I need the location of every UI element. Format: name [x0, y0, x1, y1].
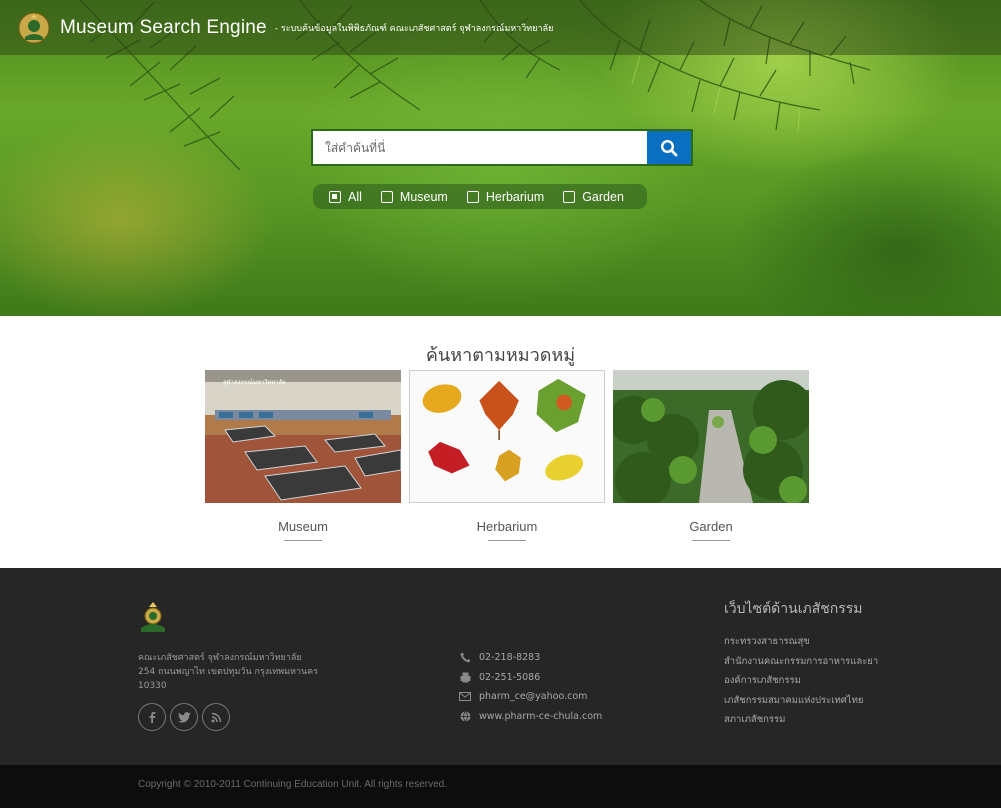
garden-image[interactable] [609, 370, 813, 508]
site-title[interactable]: Museum Search Engine [60, 17, 267, 39]
filter-all[interactable]: All [329, 190, 362, 204]
copyright-text: Copyright © 2010-2011 Continuing Educati… [138, 779, 448, 790]
pharmacy-link[interactable]: เภสัชกรรมสมาคมแห่งประเทศไทย [724, 693, 878, 713]
globe-icon [460, 710, 470, 722]
filter-herbarium[interactable]: Herbarium [466, 189, 545, 204]
contact-fax: 02-251-5086 [459, 668, 602, 688]
rss-button[interactable] [202, 703, 230, 731]
search-box [311, 129, 693, 166]
search-input[interactable] [313, 131, 647, 164]
category-label[interactable]: Herbarium [409, 519, 605, 534]
fax-icon [460, 672, 470, 683]
address-line: 254 ถนนพญาไท เขตปทุมวัน กรุงเทพมหานคร [138, 667, 319, 677]
contact-list: 02-218-8283 02-251-5086 pharm_ce@yahoo.c… [459, 648, 602, 726]
links-title: เว็บไซต์ด้านเภสัชกรรม [724, 601, 863, 617]
checkbox-all[interactable] [329, 190, 341, 203]
contact-phone: 02-218-8283 [459, 648, 602, 668]
label-underline [284, 540, 322, 541]
contact-email[interactable]: pharm_ce@yahoo.com [459, 687, 602, 707]
site-tagline: - ระบบค้นข้อมูลในพิพิธภัณฑ์ คณะเภสัชศาสต… [274, 23, 554, 34]
twitter-icon [177, 712, 190, 723]
category-label[interactable]: Museum [205, 519, 401, 534]
filter-garden[interactable]: Garden [563, 190, 624, 204]
category-section: ค้นหาตามหมวดหมู่ จุฬาลงกรณ์มหาวิทยาลัย M… [0, 316, 1001, 568]
phone-icon [460, 652, 470, 663]
search-icon [660, 139, 678, 156]
search-button[interactable] [647, 131, 691, 164]
address-line: 10330 [138, 681, 167, 691]
category-card-garden[interactable]: Garden [609, 370, 813, 541]
contact-text: 02-218-8283 [479, 652, 541, 664]
contact-text[interactable]: www.pharm-ce-chula.com [479, 711, 602, 722]
pharmacy-link[interactable]: สภาเภสัชกรรม [724, 712, 878, 732]
museum-image[interactable]: จุฬาลงกรณ์มหาวิทยาลัย [205, 370, 402, 503]
pharmacy-link[interactable]: สำนักงานคณะกรรมการอาหารและยา [724, 654, 878, 674]
filter-museum[interactable]: Museum [380, 189, 448, 204]
herbarium-image[interactable] [409, 370, 605, 503]
mail-icon [459, 692, 471, 702]
checkbox-museum[interactable] [380, 190, 393, 203]
faculty-logo[interactable] [17, 11, 51, 45]
filter-label: Garden [582, 189, 624, 204]
checkbox-herbarium[interactable] [466, 190, 479, 203]
svg-text:จุฬาลงกรณ์มหาวิทยาลัย: จุฬาลงกรณ์มหาวิทยาลัย [223, 378, 286, 386]
category-title: ค้นหาตามหมวดหมู่ [425, 345, 576, 366]
pharmacy-links: กระทรวงสาธารณสุข สำนักงานคณะกรรมการอาหาร… [724, 634, 878, 732]
checkbox-garden[interactable] [563, 190, 576, 203]
hero-banner: Museum Search Engine - ระบบค้นข้อมูลในพิ… [0, 0, 1001, 316]
filter-label: Herbarium [485, 189, 545, 204]
label-underline [692, 540, 730, 541]
facebook-icon [149, 712, 156, 723]
contact-website[interactable]: www.pharm-ce-chula.com [459, 707, 602, 727]
footer: คณะเภสัชศาสตร์ จุฬาลงกรณ์มหาวิทยาลัย 254… [0, 568, 1001, 765]
label-underline [488, 540, 526, 541]
category-label[interactable]: Garden [613, 519, 809, 534]
top-bar: Museum Search Engine - ระบบค้นข้อมูลในพิ… [0, 0, 1001, 55]
contact-text: 02-251-5086 [479, 671, 541, 683]
footer-address: คณะเภสัชศาสตร์ จุฬาลงกรณ์มหาวิทยาลัย 254… [138, 651, 338, 693]
search-filters: All Museum Herbarium Garden [313, 184, 647, 209]
social-links [138, 703, 234, 731]
twitter-button[interactable] [170, 703, 198, 731]
copyright-bar: Copyright © 2010-2011 Continuing Educati… [0, 765, 1001, 808]
filter-label: All [348, 189, 362, 204]
category-card-herbarium[interactable]: Herbarium [409, 370, 605, 541]
pharmacy-link[interactable]: กระทรวงสาธารณสุข [724, 634, 878, 654]
filter-label: Museum [399, 189, 448, 204]
address-line: คณะเภสัชศาสตร์ จุฬาลงกรณ์มหาวิทยาลัย [138, 653, 302, 663]
category-card-museum[interactable]: จุฬาลงกรณ์มหาวิทยาลัย Museum [205, 370, 402, 541]
contact-text[interactable]: pharm_ce@yahoo.com [479, 691, 587, 702]
rss-icon [211, 712, 221, 722]
pharmacy-link[interactable]: องค์การเภสัชกรรม [724, 673, 878, 693]
facebook-button[interactable] [138, 703, 166, 731]
footer-logo [141, 602, 165, 632]
